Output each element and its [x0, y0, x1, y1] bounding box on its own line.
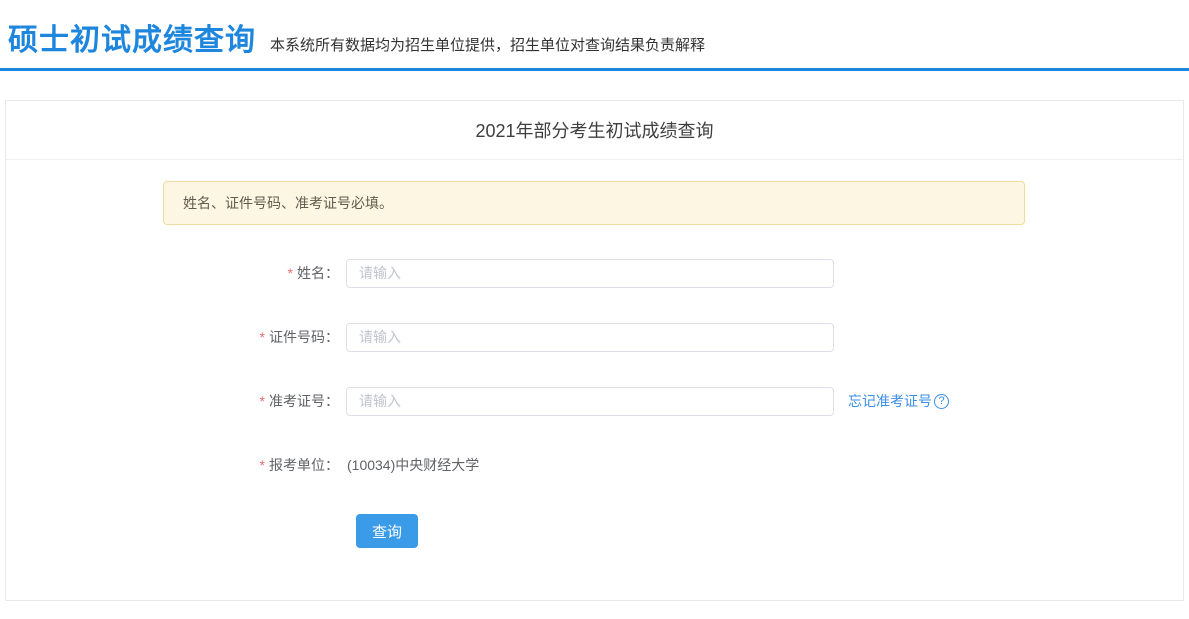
form-row-id-number: *证件号码：: [6, 322, 1183, 352]
card-title: 2021年部分考生初试成绩查询: [475, 117, 713, 143]
id-number-input[interactable]: [346, 323, 834, 352]
query-button[interactable]: 查询: [356, 514, 418, 548]
name-label: *姓名：: [6, 263, 339, 283]
target-school-label: *报考单位：: [6, 455, 339, 475]
admission-ticket-label: *准考证号：: [6, 391, 339, 411]
forgot-ticket-link[interactable]: 忘记准考证号 ?: [848, 391, 949, 411]
page-title: 硕士初试成绩查询: [8, 24, 256, 59]
admission-ticket-input[interactable]: [346, 387, 834, 416]
name-input[interactable]: [346, 259, 834, 288]
query-form: *姓名： *证件号码： *准考证号： 忘记准考证号 ?: [6, 258, 1183, 548]
form-row-admission-ticket: *准考证号： 忘记准考证号 ?: [6, 386, 1183, 416]
page-subtitle: 本系统所有数据均为招生单位提供，招生单位对查询结果负责解释: [270, 34, 705, 58]
card-title-bar: 2021年部分考生初试成绩查询: [6, 101, 1183, 160]
id-number-label: *证件号码：: [6, 327, 339, 347]
target-school-value: (10034)中央财经大学: [346, 455, 479, 475]
required-mark: *: [260, 393, 265, 409]
page-header: 硕士初试成绩查询 本系统所有数据均为招生单位提供，招生单位对查询结果负责解释: [0, 0, 1189, 68]
required-mark: *: [288, 265, 293, 281]
header-divider: [0, 68, 1189, 71]
required-fields-notice: 姓名、证件号码、准考证号必填。: [163, 181, 1025, 225]
form-row-name: *姓名：: [6, 258, 1183, 288]
forgot-ticket-link-label: 忘记准考证号: [848, 391, 932, 411]
notice-text: 姓名、证件号码、准考证号必填。: [183, 195, 393, 211]
query-card: 2021年部分考生初试成绩查询 姓名、证件号码、准考证号必填。 *姓名： *证件…: [5, 100, 1184, 601]
required-mark: *: [260, 457, 265, 473]
form-row-submit: 查询: [356, 514, 1183, 548]
question-circle-icon[interactable]: ?: [934, 394, 949, 409]
form-row-target-school: *报考单位： (10034)中央财经大学: [6, 450, 1183, 480]
required-mark: *: [260, 329, 265, 345]
